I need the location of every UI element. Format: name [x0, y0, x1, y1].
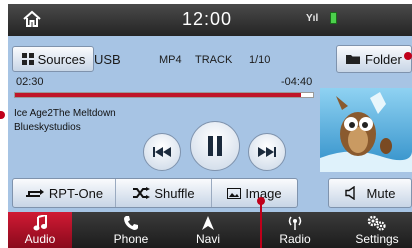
music-note-icon — [33, 215, 47, 231]
nav-audio-label: Audio — [24, 232, 56, 246]
callout-marker-folder — [404, 52, 412, 60]
skip-back-icon — [153, 147, 171, 157]
playback-options-bar: RPT-One Shuffle Image — [12, 178, 298, 208]
sources-icon — [21, 53, 34, 65]
image-button[interactable]: Image — [211, 179, 297, 207]
repeat-label: RPT-One — [48, 185, 104, 201]
current-source: USB — [94, 52, 121, 67]
callout-marker-track-info — [0, 111, 5, 119]
sources-button[interactable]: Sources — [12, 46, 94, 72]
shuffle-button[interactable]: Shuffle — [115, 179, 211, 207]
screenshot: 12:00 Yıl Sources USB MP4 TRACK 1/10 Fol… — [0, 0, 412, 248]
image-icon — [227, 187, 242, 199]
next-track-button[interactable] — [248, 133, 286, 171]
home-icon[interactable] — [22, 9, 42, 29]
folder-icon — [346, 55, 360, 64]
nav-radio-label: Radio — [279, 232, 311, 246]
mute-button[interactable]: Mute — [328, 178, 412, 208]
navigation-icon — [202, 216, 214, 230]
repeat-button[interactable]: RPT-One — [13, 179, 115, 207]
battery-icon — [330, 12, 337, 24]
nav-phone[interactable]: Phone — [96, 212, 166, 248]
nav-phone-label: Phone — [113, 232, 149, 246]
phone-icon — [124, 216, 138, 230]
nav-settings[interactable]: Settings — [342, 212, 412, 248]
mute-label: Mute — [366, 185, 396, 201]
settings-gears-icon — [367, 215, 386, 231]
clock: 12:00 — [182, 9, 233, 29]
previous-track-button[interactable] — [143, 133, 181, 171]
radio-signal-icon — [288, 216, 302, 230]
speaker-icon — [344, 186, 355, 200]
sources-label: Sources — [37, 51, 86, 67]
pause-button[interactable] — [190, 121, 240, 171]
nav-radio[interactable]: Radio — [259, 212, 331, 248]
progress-bar[interactable] — [14, 92, 314, 98]
repeat-icon — [25, 189, 44, 197]
nav-navi-label: Navi — [195, 232, 220, 246]
nav-audio[interactable]: Audio — [8, 212, 72, 248]
pause-icon — [208, 136, 222, 156]
track-label: TRACK — [195, 54, 233, 66]
track-artist: Blueskystudios — [14, 122, 81, 133]
progress-fill — [15, 93, 302, 97]
folder-button[interactable]: Folder — [336, 45, 412, 73]
elapsed-time: 02:30 — [16, 76, 44, 88]
nav-settings-label: Settings — [355, 232, 399, 246]
skip-forward-icon — [258, 147, 276, 157]
folder-label: Folder — [365, 51, 402, 67]
status-bar: 12:00 Yıl — [8, 4, 412, 36]
file-format: MP4 — [159, 54, 182, 66]
shuffle-label: Shuffle — [154, 185, 195, 201]
bottom-nav-bar: Audio Phone Navi Radio Settings — [8, 212, 412, 248]
nav-navi[interactable]: Navi — [174, 212, 242, 248]
remaining-time: -04:40 — [281, 76, 313, 88]
shuffle-icon — [133, 187, 151, 199]
track-number: 1/10 — [249, 54, 271, 66]
media-display: 12:00 Yıl Sources USB MP4 TRACK 1/10 Fol… — [8, 4, 412, 248]
album-art — [320, 88, 412, 172]
signal-strength-icon: Yıl — [306, 13, 319, 24]
track-title: Ice Age2The Meltdown — [14, 108, 116, 119]
callout-line-image — [260, 204, 262, 248]
